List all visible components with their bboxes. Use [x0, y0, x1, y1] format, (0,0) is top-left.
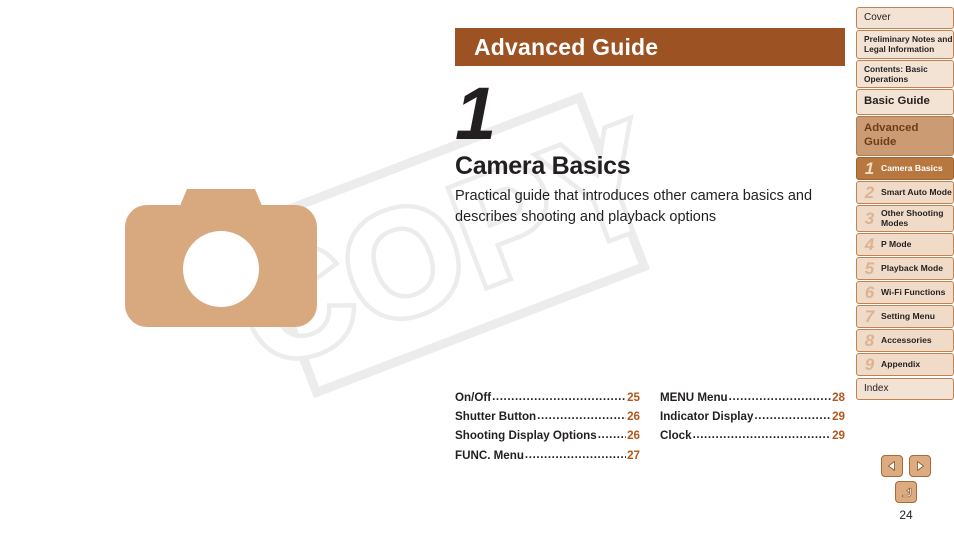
sidebar-item-advanced-guide[interactable]: Advanced Guide: [856, 116, 954, 156]
toc-entry[interactable]: Shutter Button .........................…: [455, 410, 640, 423]
chapter-header-label: Advanced Guide: [474, 33, 659, 60]
toc-entry-label: FUNC. Menu: [455, 448, 524, 462]
chevron-left-icon: [888, 461, 895, 471]
page-root: COPY Advanced Guide 1 Camera Basics Prac…: [0, 0, 954, 534]
camera-illustration: [125, 175, 317, 327]
chapter-label: Other Shooting Modes: [881, 207, 944, 229]
sidebar-chapter-other-shooting-modes[interactable]: 3 Other Shooting Modes: [856, 204, 954, 232]
table-of-contents: On/Off .................................…: [455, 391, 845, 468]
main-content: Advanced Guide 1 Camera Basics Practical…: [455, 0, 845, 534]
toc-entry-label: Shooting Display Options: [455, 429, 597, 443]
sidebar-navigation: Cover Preliminary Notes and Legal Inform…: [856, 7, 954, 401]
toc-dot-leader: ........................................…: [754, 410, 831, 422]
sidebar-item-cover[interactable]: Cover: [856, 7, 954, 30]
chapter-number-badge: 8: [864, 330, 875, 350]
toc-entry[interactable]: Shooting Display Options ...............…: [455, 429, 640, 442]
chapter-label: Appendix: [881, 358, 921, 369]
nav-back-row: [878, 481, 934, 503]
chapter-label: Accessories: [881, 334, 932, 345]
chapter-label: Smart Auto Mode: [881, 187, 952, 198]
toc-dot-leader: ........................................…: [728, 391, 832, 403]
toc-entry-page: 28: [832, 391, 845, 404]
sidebar-item-contents[interactable]: Contents: Basic Operations: [856, 59, 954, 89]
sidebar-item-preliminary-notes[interactable]: Preliminary Notes and Legal Information: [856, 30, 954, 59]
previous-page-button[interactable]: [881, 455, 903, 477]
toc-entry[interactable]: On/Off .................................…: [455, 391, 640, 404]
chapter-number: 1: [455, 72, 496, 155]
chapter-label: Wi-Fi Functions: [881, 286, 946, 297]
next-page-button[interactable]: [909, 455, 931, 477]
toc-entry[interactable]: MENU Menu ..............................…: [660, 391, 845, 404]
sidebar-chapter-appendix[interactable]: 9 Appendix: [856, 352, 954, 376]
toc-entry-label: Indicator Display: [660, 410, 754, 424]
sidebar-chapter-accessories[interactable]: 8 Accessories: [856, 328, 954, 352]
toc-entry[interactable]: Indicator Display ......................…: [660, 410, 845, 423]
chapter-label: P Mode: [881, 238, 912, 249]
return-arrow-icon: [901, 487, 911, 497]
chapter-label: Playback Mode: [881, 262, 944, 273]
toc-dot-leader: ........................................…: [692, 429, 832, 441]
chapter-header-bar: Advanced Guide: [455, 28, 845, 66]
return-button[interactable]: [895, 481, 917, 503]
toc-entry-page: 26: [627, 429, 640, 443]
toc-entry-label: On/Off: [455, 391, 492, 404]
chapter-title: Camera Basics: [455, 152, 631, 180]
chapter-number-badge: 2: [864, 182, 875, 202]
toc-dot-leader: ........................................…: [492, 391, 626, 403]
sidebar-chapter-camera-basics[interactable]: 1 Camera Basics: [856, 156, 954, 180]
toc-dot-leader: ........................................…: [597, 429, 626, 441]
toc-entry-label: MENU Menu: [660, 391, 728, 404]
sidebar-chapter-playback-mode[interactable]: 5 Playback Mode: [856, 256, 954, 280]
toc-entry-page: 29: [832, 410, 845, 424]
toc-entry-page: 25: [627, 391, 640, 404]
sidebar-chapter-smart-auto-mode[interactable]: 2 Smart Auto Mode: [856, 180, 954, 204]
toc-entry[interactable]: Clock ..................................…: [660, 429, 845, 442]
toc-entry-page: 29: [832, 429, 845, 443]
chapter-number-badge: 6: [864, 282, 875, 302]
toc-column-left: On/Off .................................…: [455, 391, 640, 468]
chapter-number-badge: 9: [864, 354, 875, 374]
chevron-right-icon: [917, 461, 924, 471]
chapter-label: Setting Menu: [881, 310, 935, 321]
sidebar-chapter-wifi-functions[interactable]: 6 Wi-Fi Functions: [856, 280, 954, 304]
page-number: 24: [899, 508, 913, 522]
toc-column-right: MENU Menu ..............................…: [660, 391, 845, 468]
chapter-number-badge: 5: [864, 258, 875, 278]
toc-dot-leader: ........................................…: [524, 448, 627, 461]
toc-entry-label: Shutter Button: [455, 410, 537, 424]
sidebar-item-index[interactable]: Index: [856, 377, 954, 400]
sidebar-chapter-p-mode[interactable]: 4 P Mode: [856, 232, 954, 256]
chapter-number-badge: 3: [864, 208, 875, 228]
navigation-buttons: [878, 455, 934, 503]
nav-arrow-row: [878, 455, 934, 477]
chapter-label: Camera Basics: [881, 163, 943, 174]
sidebar-chapter-setting-menu[interactable]: 7 Setting Menu: [856, 304, 954, 328]
chapter-number-badge: 7: [864, 306, 875, 326]
chapter-number-badge: 4: [864, 234, 875, 254]
chapter-description: Practical guide that introduces other ca…: [455, 188, 813, 226]
toc-entry-page: 26: [627, 410, 640, 424]
toc-entry-page: 27: [627, 448, 640, 462]
chapter-number-badge: 1: [864, 158, 875, 178]
toc-entry[interactable]: FUNC. Menu .............................…: [455, 449, 640, 462]
toc-dot-leader: ........................................…: [537, 410, 626, 422]
toc-entry-label: Clock: [660, 429, 692, 443]
sidebar-item-basic-guide[interactable]: Basic Guide: [856, 89, 954, 116]
